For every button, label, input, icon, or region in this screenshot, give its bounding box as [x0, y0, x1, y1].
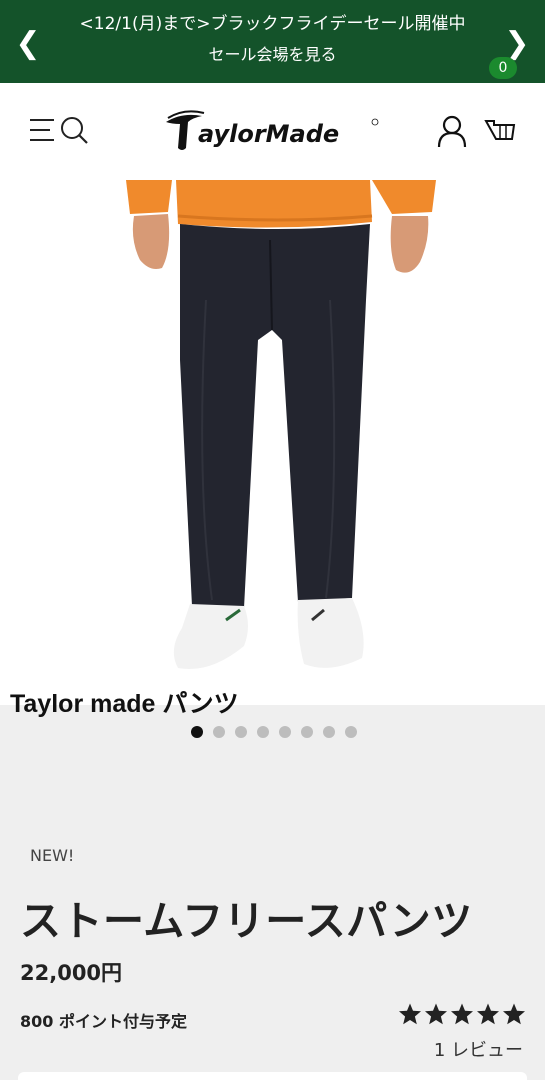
chevron-left-icon[interactable]: ❮ — [8, 24, 48, 64]
search-icon — [61, 117, 88, 144]
promo-banner[interactable]: ❮ <12/1(月)まで>ブラックフライデーセール開催中 セール会場を見る ❯ — [0, 0, 545, 83]
product-image[interactable] — [0, 180, 545, 705]
product-price: 22,000円 — [20, 961, 123, 985]
gallery-pagination[interactable] — [191, 726, 357, 738]
star-icon — [503, 1003, 525, 1025]
star-icon — [425, 1003, 447, 1025]
rating-stars[interactable] — [398, 1002, 526, 1026]
taylormade-logo[interactable]: aylorMade — [162, 108, 382, 156]
site-header: aylorMade — [0, 83, 545, 180]
review-count-link[interactable]: 1 レビュー — [434, 1036, 523, 1062]
pagination-dot[interactable] — [345, 726, 357, 738]
star-icon — [399, 1003, 421, 1025]
sale-link[interactable]: セール会場を見る — [50, 43, 495, 67]
svg-text:aylorMade: aylorMade — [198, 120, 339, 148]
account-icon[interactable] — [434, 115, 470, 151]
pagination-dot[interactable] — [257, 726, 269, 738]
pagination-dot[interactable] — [191, 726, 203, 738]
add-to-cart-button[interactable] — [18, 1072, 527, 1080]
pagination-dot[interactable] — [323, 726, 335, 738]
product-page: ❮ <12/1(月)まで>ブラックフライデーセール開催中 セール会場を見る ❯ … — [0, 0, 545, 1080]
menu-icon — [30, 119, 54, 141]
reward-points: 800 ポイント付与予定 — [20, 1012, 187, 1031]
pagination-dot[interactable] — [301, 726, 313, 738]
cart-icon[interactable] — [484, 117, 524, 161]
new-badge: NEW! — [30, 846, 75, 865]
star-icon — [451, 1003, 473, 1025]
promo-text: <12/1(月)まで>ブラックフライデーセール開催中 — [79, 14, 466, 34]
pagination-dot[interactable] — [279, 726, 291, 738]
pants-illustration — [126, 180, 436, 670]
menu-search-icon[interactable] — [28, 115, 92, 147]
gallery-caption: Taylor made パンツ — [10, 690, 239, 718]
pagination-dot[interactable] — [213, 726, 225, 738]
star-icon — [477, 1003, 499, 1025]
cart-count-badge: 0 — [489, 57, 517, 79]
pagination-dot[interactable] — [235, 726, 247, 738]
product-title: ストームフリースパンツ — [20, 897, 473, 945]
